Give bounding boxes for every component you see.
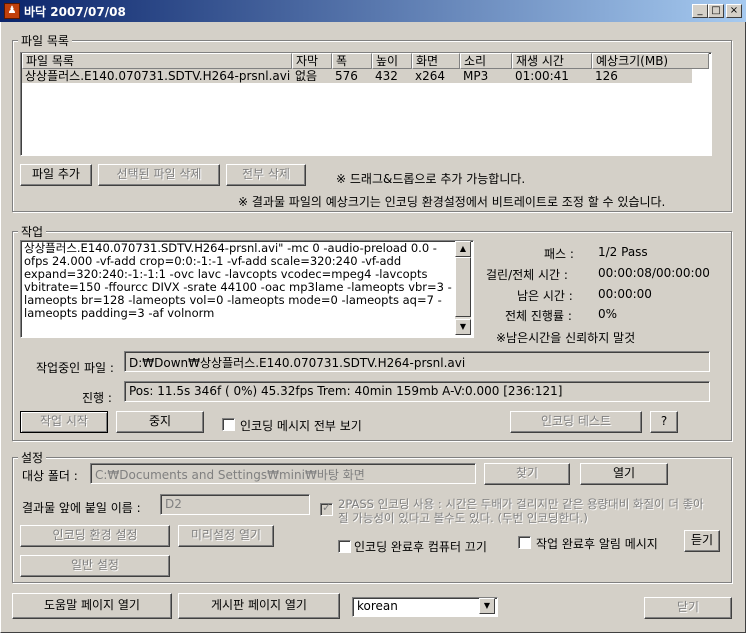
help-button[interactable]: ?	[650, 411, 678, 433]
command-log[interactable]: 상상플러스.E140.070731.SDTV.H264-prsnl.avi" -…	[20, 240, 474, 338]
maximize-button[interactable]: □	[708, 4, 724, 18]
listen-button[interactable]: 듣기	[684, 530, 720, 552]
status-value: Pos: 11.5s 346f ( 0%) 45.32fps Trem: 40m…	[129, 384, 563, 398]
column-header-duration[interactable]: 재생 시간	[512, 53, 592, 69]
remaining-value: 00:00:00	[598, 287, 652, 301]
cell-video: x264	[415, 69, 446, 83]
elapsed-label: 걸린/전체 시간 :	[486, 268, 568, 282]
notify-label: 작업 완료후 알림 메시지	[536, 537, 658, 551]
table-row[interactable]: 상상플러스.E140.070731.SDTV.H264-prsnl.avi 없음…	[22, 69, 692, 83]
status-label: 진행 :	[82, 391, 112, 405]
encoding-settings-button[interactable]: 인코딩 환경 설정	[20, 525, 170, 547]
cell-height: 432	[375, 69, 398, 83]
stop-button[interactable]: 중지	[116, 411, 204, 433]
scroll-thumb[interactable]	[455, 257, 471, 317]
show-all-messages-label: 인코딩 메시지 전부 보기	[240, 419, 362, 433]
job-group-label: 작업	[18, 223, 47, 240]
shutdown-label: 인코딩 완료후 컴퓨터 끄기	[354, 540, 487, 554]
command-line: lameopts padding=3 -af volnorm	[24, 306, 215, 320]
scroll-up-icon[interactable]: ▲	[455, 241, 471, 257]
cell-filename: 상상플러스.E140.070731.SDTV.H264-prsnl.avi	[25, 69, 291, 83]
column-header-video[interactable]: 화면	[412, 53, 460, 69]
cell-size: 126	[595, 69, 618, 83]
column-header-width[interactable]: 폭	[332, 53, 372, 69]
target-folder-input[interactable]: C:₩Documents and Settings₩mini₩바탕 화면	[90, 463, 476, 484]
progress-value: 0%	[598, 307, 618, 321]
window-title: 바닥 2007/07/08	[24, 5, 126, 19]
file-list-group-label: 파일 목록	[18, 32, 72, 49]
delete-all-button[interactable]: 전부 삭제	[226, 164, 306, 186]
start-job-button[interactable]: 작업 시작	[20, 411, 108, 433]
cell-duration: 01:00:41	[515, 69, 569, 83]
status-field: Pos: 11.5s 346f ( 0%) 45.32fps Trem: 40m…	[124, 381, 710, 402]
remaining-label: 남은 시간 :	[517, 289, 573, 303]
scroll-down-icon[interactable]: ▼	[455, 319, 471, 335]
notify-checkbox[interactable]	[518, 536, 531, 549]
current-file-value: D:₩Down₩상상플러스.E140.070731.SDTV.H264-prsn…	[129, 356, 466, 370]
show-all-messages-checkbox[interactable]	[222, 418, 235, 431]
board-page-button[interactable]: 게시판 페이지 열기	[178, 593, 340, 619]
encoding-test-button[interactable]: 인코딩 테스트	[510, 411, 642, 433]
cell-subtitle: 없음	[295, 69, 318, 83]
column-header-subtitle[interactable]: 자막	[292, 53, 332, 69]
current-file-field: D:₩Down₩상상플러스.E140.070731.SDTV.H264-prsn…	[124, 351, 710, 372]
twopass-checkbox[interactable]: ✓	[320, 501, 333, 516]
close-window-button[interactable]: ×	[726, 4, 742, 18]
general-settings-button[interactable]: 일반 설정	[20, 555, 170, 577]
column-header-size[interactable]: 예상크기(MB)	[592, 53, 709, 69]
title-bar[interactable]: ♟ 바닥 2007/07/08 _ □ ×	[0, 0, 746, 22]
remaining-note: ※남은시간을 신뢰하지 말것	[496, 331, 636, 345]
file-list-view[interactable]: 파일 목록 자막 폭 높이 화면 소리 재생 시간 예상크기(MB) 상상플러스…	[20, 52, 712, 156]
target-folder-label: 대상 폴더 :	[22, 469, 78, 483]
target-folder-value: C:₩Documents and Settings₩mini₩바탕 화면	[95, 468, 365, 482]
add-file-button[interactable]: 파일 추가	[20, 164, 92, 186]
preset-open-button[interactable]: 미리설정 열기	[178, 525, 274, 547]
cell-audio: MP3	[463, 69, 489, 83]
minimize-button[interactable]: _	[692, 4, 708, 18]
delete-selected-button[interactable]: 선택된 파일 삭제	[98, 164, 220, 186]
column-header-height[interactable]: 높이	[372, 53, 412, 69]
progress-label: 전체 진행률 :	[505, 309, 572, 323]
column-header-audio[interactable]: 소리	[460, 53, 512, 69]
pass-value: 1/2 Pass	[598, 245, 648, 259]
close-button[interactable]: 닫기	[644, 597, 732, 619]
settings-group-label: 설정	[18, 449, 47, 466]
prefix-input[interactable]: D2	[160, 494, 310, 515]
twopass-label: 2PASS 인코딩 사용 : 시간은 두배가 걸리지만 같은 용량대비 화질이 …	[338, 497, 704, 525]
prefix-label: 결과물 앞에 붙일 이름 :	[22, 501, 141, 515]
command-log-scrollbar[interactable]: ▲ ▼	[455, 241, 471, 335]
open-folder-button[interactable]: 열기	[580, 463, 668, 485]
language-select[interactable]: korean ▼	[352, 597, 498, 617]
column-header-file[interactable]: 파일 목록	[22, 53, 292, 69]
pass-label: 패스 :	[544, 247, 574, 261]
command-text: 상상플러스.E140.070731.SDTV.H264-prsnl.avi" -…	[24, 242, 454, 320]
current-file-label: 작업중인 파일 :	[36, 361, 114, 375]
shutdown-checkbox[interactable]	[338, 540, 351, 553]
chevron-down-icon[interactable]: ▼	[479, 598, 495, 614]
language-value: korean	[357, 599, 398, 613]
browse-button[interactable]: 찾기	[484, 463, 570, 485]
checkmark-icon: ✓	[322, 501, 332, 514]
app-icon: ♟	[4, 3, 20, 19]
elapsed-value: 00:00:08/00:00:00	[598, 266, 710, 280]
cell-width: 576	[335, 69, 358, 83]
size-hint: ※ 결과물 파일의 예상크기는 인코딩 환경설정에서 비트레이트로 조정 할 수…	[238, 195, 666, 209]
prefix-value: D2	[165, 497, 182, 511]
help-page-button[interactable]: 도움말 페이지 열기	[12, 593, 172, 619]
drag-drop-hint: ※ 드래그&드롭으로 추가 가능합니다.	[336, 172, 526, 186]
